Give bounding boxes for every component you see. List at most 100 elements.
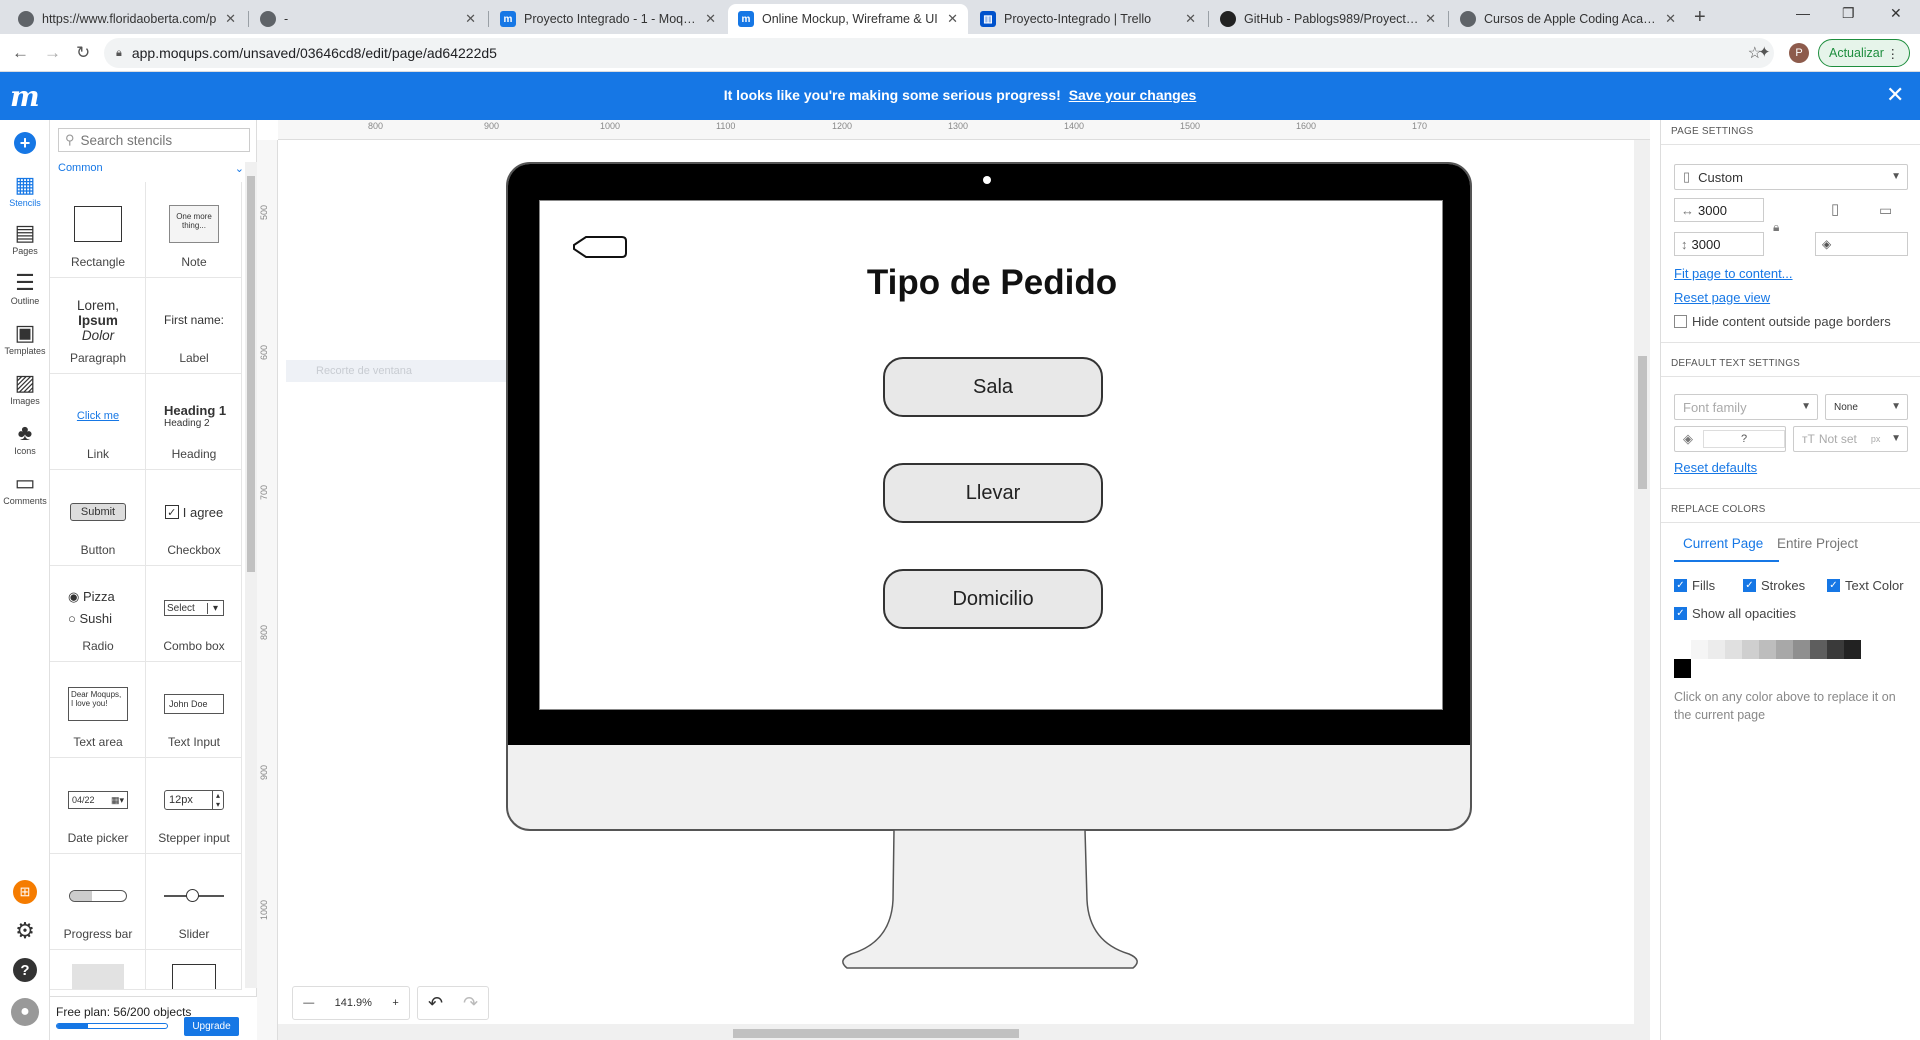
portrait-icon[interactable]: ▯ [1831, 200, 1839, 218]
redo-icon[interactable]: ↷ [463, 993, 478, 1014]
close-icon[interactable]: ✕ [705, 11, 716, 27]
rail-item-stencils[interactable]: ▦ Stencils [0, 172, 50, 208]
stencil-envelope[interactable] [146, 950, 242, 990]
domicilio-button[interactable]: Domicilio [883, 569, 1103, 629]
stencil-text-input[interactable]: John Doe Text Input [146, 662, 242, 758]
close-icon[interactable]: ✕ [1886, 82, 1904, 108]
stencil-rectangle[interactable]: Rectangle [50, 182, 146, 278]
stencil-heading[interactable]: Heading 1 Heading 2 Heading [146, 374, 242, 470]
text-color-checkbox[interactable]: ✓ Text Color [1827, 578, 1904, 593]
stencil-note[interactable]: One more thing... Note [146, 182, 242, 278]
stencil-link[interactable]: Click me Link [50, 374, 146, 470]
llevar-button[interactable]: Llevar [883, 463, 1103, 523]
extensions-icon[interactable]: ✦ [1758, 43, 1771, 61]
back-icon[interactable]: ← [12, 43, 29, 63]
hide-outside-checkbox[interactable]: Hide content outside page borders [1674, 314, 1891, 329]
browser-tab[interactable]: Cursos de Apple Coding Academ ✕ [1450, 4, 1686, 34]
zoom-in-button[interactable]: + [392, 997, 398, 1009]
fit-page-link[interactable]: Fit page to content... [1674, 266, 1793, 281]
forward-icon[interactable]: → [44, 43, 61, 63]
close-icon[interactable]: ✕ [225, 11, 236, 27]
stencil-image[interactable] [50, 950, 146, 990]
category-select[interactable]: Common ⌄ [58, 162, 244, 175]
restore-icon[interactable]: ❐ [1842, 5, 1855, 22]
font-size-field[interactable]: ᴛT Not set px ▼ [1793, 426, 1908, 452]
rail-item-pages[interactable]: ▤ Pages [0, 220, 50, 256]
rail-item-templates[interactable]: ▣ Templates [0, 320, 50, 356]
save-changes-link[interactable]: Save your changes [1069, 87, 1197, 103]
stencil-button[interactable]: Submit Button [50, 470, 146, 566]
gift-button[interactable]: ⊞ [0, 880, 50, 904]
vertical-scrollbar[interactable] [1634, 140, 1650, 1024]
color-swatch[interactable] [1844, 640, 1861, 659]
browser-tab-active[interactable]: m Online Mockup, Wireframe & UI ✕ [728, 4, 968, 34]
page-color-field[interactable]: ◈ [1815, 232, 1908, 256]
monitor-screen[interactable]: Tipo de Pedido Sala Llevar Domicilio [539, 200, 1443, 710]
text-color-field[interactable]: ◈? [1674, 426, 1786, 452]
color-swatch[interactable] [1725, 640, 1742, 659]
reset-defaults-link[interactable]: Reset defaults [1674, 460, 1757, 475]
browser-tab[interactable]: m Proyecto Integrado - 1 - Moqups ✕ [490, 4, 726, 34]
stencil-date-picker[interactable]: 04/22 ▦▾ Date picker [50, 758, 146, 854]
rail-item-images[interactable]: ▨ Images [0, 370, 50, 406]
sala-button[interactable]: Sala [883, 357, 1103, 417]
close-icon[interactable]: ✕ [1425, 11, 1436, 27]
rail-item-icons[interactable]: ♣ Icons [0, 420, 50, 456]
color-swatch[interactable] [1674, 640, 1691, 659]
zoom-out-button[interactable]: — [303, 997, 314, 1009]
update-button[interactable]: Actualizar ⋮ [1818, 39, 1910, 67]
url-field[interactable]: 🔒︎ app.moqups.com/unsaved/03646cd8/edit/… [104, 38, 1774, 68]
color-swatch[interactable] [1691, 640, 1708, 659]
window-close-icon[interactable]: ✕ [1890, 5, 1902, 22]
browser-tab[interactable]: GitHub - Pablogs989/Proyecto-In ✕ [1210, 4, 1446, 34]
font-family-select[interactable]: Font family ▼ [1674, 394, 1818, 420]
horizontal-scrollbar[interactable] [278, 1024, 1650, 1040]
stencil-combobox[interactable]: Select ▾ Combo box [146, 566, 242, 662]
close-icon[interactable]: ✕ [465, 11, 476, 27]
close-icon[interactable]: ✕ [947, 11, 958, 27]
search-stencils[interactable]: ⚲ [58, 128, 250, 152]
show-opacities-checkbox[interactable]: ✓ Show all opacities [1674, 606, 1796, 621]
canvas-area[interactable]: 800 900 1000 1100 1200 1300 1400 1500 16… [257, 120, 1650, 1040]
upgrade-button[interactable]: Upgrade [184, 1017, 239, 1036]
minimize-icon[interactable]: — [1796, 5, 1810, 21]
reload-icon[interactable]: ↻ [76, 43, 90, 63]
stencil-radio[interactable]: ◉ Pizza ○ Sushi Radio [50, 566, 146, 662]
stencils-scrollbar[interactable] [245, 162, 257, 988]
search-input[interactable] [80, 132, 241, 148]
stencil-textarea[interactable]: Dear Moqups, I love you! Text area [50, 662, 146, 758]
back-arrow-icon[interactable] [572, 233, 628, 263]
stencil-paragraph[interactable]: Lorem, Ipsum Dolor Paragraph [50, 278, 146, 374]
stencil-slider[interactable]: Slider [146, 854, 242, 950]
zoom-level[interactable]: 141.9% [335, 997, 372, 1009]
color-swatch[interactable] [1759, 640, 1776, 659]
close-icon[interactable]: ✕ [1665, 11, 1676, 27]
height-field[interactable]: ↕ 3000 [1674, 232, 1764, 256]
add-button[interactable]: + [0, 132, 50, 154]
landscape-icon[interactable]: ▭ [1879, 202, 1892, 219]
tab-entire-project[interactable]: Entire Project [1777, 536, 1858, 551]
monitor-mockup[interactable]: Tipo de Pedido Sala Llevar Domicilio [506, 162, 1472, 831]
stencil-progress-bar[interactable]: Progress bar [50, 854, 146, 950]
color-swatch[interactable] [1776, 640, 1793, 659]
rail-item-comments[interactable]: ▭ Comments [0, 470, 50, 506]
close-icon[interactable]: ✕ [1185, 11, 1196, 27]
page-size-select[interactable]: ▯ Custom ▼ [1674, 164, 1908, 190]
browser-tab[interactable]: - ✕ [250, 4, 486, 34]
browser-tab[interactable]: https://www.floridaoberta.com/p ✕ [8, 4, 246, 34]
stencil-checkbox[interactable]: ✓ I agree Checkbox [146, 470, 242, 566]
color-swatch[interactable] [1674, 659, 1691, 678]
new-tab-button[interactable]: + [1694, 6, 1706, 29]
font-weight-select[interactable]: None ▼ [1825, 394, 1908, 420]
color-swatch[interactable] [1742, 640, 1759, 659]
lock-icon[interactable]: 🔒︎ [1773, 220, 1779, 235]
help-button[interactable]: ? [0, 958, 50, 982]
width-field[interactable]: ↔ 3000 [1674, 198, 1764, 222]
color-swatch[interactable] [1810, 640, 1827, 659]
avatar[interactable]: P [1789, 43, 1809, 63]
stencil-label-item[interactable]: First name: Label [146, 278, 242, 374]
stencil-stepper[interactable]: 12px ▴ ▾ Stepper input [146, 758, 242, 854]
tab-current-page[interactable]: Current Page [1683, 536, 1763, 551]
fills-checkbox[interactable]: ✓ Fills [1674, 578, 1715, 593]
color-swatch[interactable] [1708, 640, 1725, 659]
